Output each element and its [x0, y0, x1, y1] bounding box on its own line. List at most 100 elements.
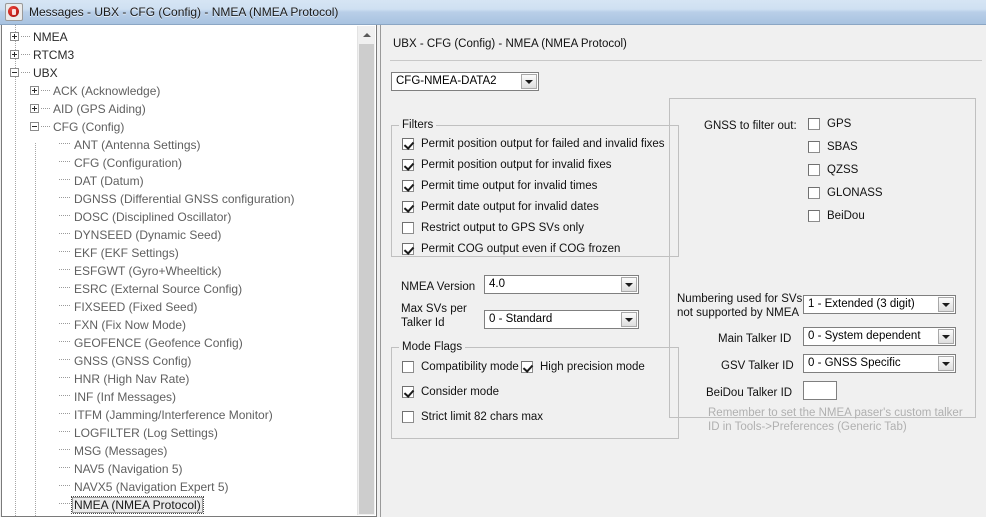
tree-item[interactable]: FIXSEED (Fixed Seed): [2, 298, 358, 316]
tree-item-label: NMEA (NMEA Protocol): [72, 497, 203, 513]
mode-flag-checkbox-row[interactable]: High precision mode: [521, 361, 645, 373]
tree-item[interactable]: NAV5 (Navigation 5): [2, 460, 358, 478]
message-tree-panel[interactable]: NMEARTCM3UBX ACK (Acknowledge) AID (GPS Ai…: [1, 25, 377, 517]
expand-plus-icon[interactable]: [10, 50, 19, 59]
max-svs-label-line2: Talker Id: [401, 317, 444, 329]
tree-item[interactable]: UBX: [2, 64, 358, 82]
filter-checkbox-row[interactable]: Permit time output for invalid times: [402, 180, 597, 192]
checkbox-unchecked-icon[interactable]: [808, 164, 820, 176]
gnss-filter-checkbox-row[interactable]: BeiDou: [808, 210, 865, 222]
max-svs-combo[interactable]: 0 - Standard: [484, 310, 639, 329]
checkbox-label: GLONASS: [827, 187, 883, 199]
tree-connector: [59, 413, 70, 415]
gnss-filter-checkbox-row[interactable]: SBAS: [808, 141, 858, 153]
checkbox-checked-icon[interactable]: [402, 180, 414, 192]
numbering-value: 1 - Extended (3 digit): [808, 298, 915, 310]
mode-flag-checkbox-row[interactable]: Consider mode: [402, 386, 499, 398]
main-talker-combo[interactable]: 0 - System dependent: [803, 327, 956, 346]
message-tree[interactable]: NMEARTCM3UBX ACK (Acknowledge) AID (GPS Ai…: [2, 28, 358, 514]
checkbox-unchecked-icon[interactable]: [808, 118, 820, 130]
tree-item[interactable]: DGNSS (Differential GNSS configuration): [2, 190, 358, 208]
checkbox-unchecked-icon[interactable]: [402, 361, 414, 373]
tree-item[interactable]: NMEA: [2, 28, 358, 46]
tree-item[interactable]: ESRC (External Source Config): [2, 280, 358, 298]
chevron-down-icon[interactable]: [621, 312, 637, 327]
tree-item[interactable]: RTCM3: [2, 46, 358, 64]
tree-item[interactable]: ITFM (Jamming/Interference Monitor): [2, 406, 358, 424]
tree-item[interactable]: DYNSEED (Dynamic Seed): [2, 226, 358, 244]
tree-item[interactable]: AID (GPS Aiding): [2, 100, 358, 118]
expand-plus-icon[interactable]: [30, 104, 39, 113]
checkbox-checked-icon[interactable]: [521, 361, 533, 373]
filter-checkbox-row[interactable]: Permit COG output even if COG frozen: [402, 243, 620, 255]
filter-checkbox-row[interactable]: Permit position output for invalid fixes: [402, 159, 611, 171]
checkbox-unchecked-icon[interactable]: [808, 141, 820, 153]
chevron-down-icon[interactable]: [621, 277, 637, 292]
chevron-down-icon[interactable]: [938, 356, 954, 371]
tree-item[interactable]: CFG (Config): [2, 118, 358, 136]
gnss-filter-checkbox-row[interactable]: QZSS: [808, 164, 858, 176]
tree-item[interactable]: DOSC (Disciplined Oscillator): [2, 208, 358, 226]
filter-checkbox-row[interactable]: Permit date output for invalid dates: [402, 201, 599, 213]
nmea-version-combo[interactable]: 4.0: [484, 275, 639, 294]
checkbox-unchecked-icon[interactable]: [402, 411, 414, 423]
checkbox-checked-icon[interactable]: [402, 138, 414, 150]
mode-flags-group: Mode Flags Compatibility modeHigh precis…: [391, 347, 679, 439]
checkbox-unchecked-icon[interactable]: [808, 187, 820, 199]
mode-flag-checkbox-row[interactable]: Compatibility mode: [402, 361, 519, 373]
tree-item-label: FIXSEED (Fixed Seed): [72, 300, 199, 314]
tree-item[interactable]: GEOFENCE (Geofence Config): [2, 334, 358, 352]
tree-item[interactable]: ESFGWT (Gyro+Wheeltick): [2, 262, 358, 280]
tree-item[interactable]: MSG (Messages): [2, 442, 358, 460]
tree-connector: [59, 449, 70, 451]
tree-item[interactable]: INF (Inf Messages): [2, 388, 358, 406]
gsv-talker-combo[interactable]: 0 - GNSS Specific: [803, 354, 956, 373]
tree-item[interactable]: NMEA (NMEA Protocol): [2, 496, 358, 514]
beidou-talker-input[interactable]: [803, 381, 837, 400]
expand-plus-icon[interactable]: [30, 86, 39, 95]
chevron-down-icon[interactable]: [521, 74, 537, 89]
tree-item[interactable]: NAVX5 (Navigation Expert 5): [2, 478, 358, 496]
mode-flag-checkbox-row[interactable]: Strict limit 82 chars max: [402, 411, 543, 423]
tree-item[interactable]: LOGFILTER (Log Settings): [2, 424, 358, 442]
chevron-down-icon[interactable]: [938, 297, 954, 312]
chevron-down-icon[interactable]: [938, 329, 954, 344]
gnss-filter-checkbox-row[interactable]: GLONASS: [808, 187, 883, 199]
gnss-filter-checkbox-row[interactable]: GPS: [808, 118, 851, 130]
tree-item[interactable]: FXN (Fix Now Mode): [2, 316, 358, 334]
tree-connector: [41, 90, 50, 92]
tree-item-label: ACK (Acknowledge): [51, 84, 162, 98]
filter-checkbox-row[interactable]: Restrict output to GPS SVs only: [402, 222, 584, 234]
checkbox-checked-icon[interactable]: [402, 386, 414, 398]
scroll-up-arrow-icon[interactable]: [358, 26, 375, 43]
message-type-combo[interactable]: CFG-NMEA-DATA2: [391, 72, 539, 91]
tree-item[interactable]: DAT (Datum): [2, 172, 358, 190]
filter-checkbox-row[interactable]: Permit position output for failed and in…: [402, 138, 665, 150]
collapse-minus-icon[interactable]: [30, 122, 39, 131]
numbering-combo[interactable]: 1 - Extended (3 digit): [803, 295, 956, 314]
checkbox-unchecked-icon[interactable]: [402, 222, 414, 234]
checkbox-checked-icon[interactable]: [402, 159, 414, 171]
expand-plus-icon[interactable]: [10, 32, 19, 41]
collapse-minus-icon[interactable]: [10, 68, 19, 77]
tree-connector: [59, 197, 70, 199]
checkbox-label: Permit time output for invalid times: [421, 180, 597, 192]
gnss-filter-label: GNSS to filter out:: [704, 120, 797, 132]
numbering-label-line2: not supported by NMEA: [677, 307, 799, 319]
tree-item-label: DAT (Datum): [72, 174, 146, 188]
tree-item[interactable]: ANT (Antenna Settings): [2, 136, 358, 154]
tree-item[interactable]: ACK (Acknowledge): [2, 82, 358, 100]
tree-item[interactable]: HNR (High Nav Rate): [2, 370, 358, 388]
filters-group: Filters Permit position output for faile…: [391, 125, 679, 257]
tree-scrollbar[interactable]: [357, 26, 375, 515]
tree-item-label: GEOFENCE (Geofence Config): [72, 336, 245, 350]
scrollbar-thumb[interactable]: [359, 44, 374, 514]
tree-item[interactable]: GNSS (GNSS Config): [2, 352, 358, 370]
tree-item[interactable]: EKF (EKF Settings): [2, 244, 358, 262]
checkbox-unchecked-icon[interactable]: [808, 210, 820, 222]
tree-item-label: ESFGWT (Gyro+Wheeltick): [72, 264, 223, 278]
tree-item[interactable]: CFG (Configuration): [2, 154, 358, 172]
checkbox-checked-icon[interactable]: [402, 243, 414, 255]
title-divider: [390, 60, 982, 61]
checkbox-checked-icon[interactable]: [402, 201, 414, 213]
